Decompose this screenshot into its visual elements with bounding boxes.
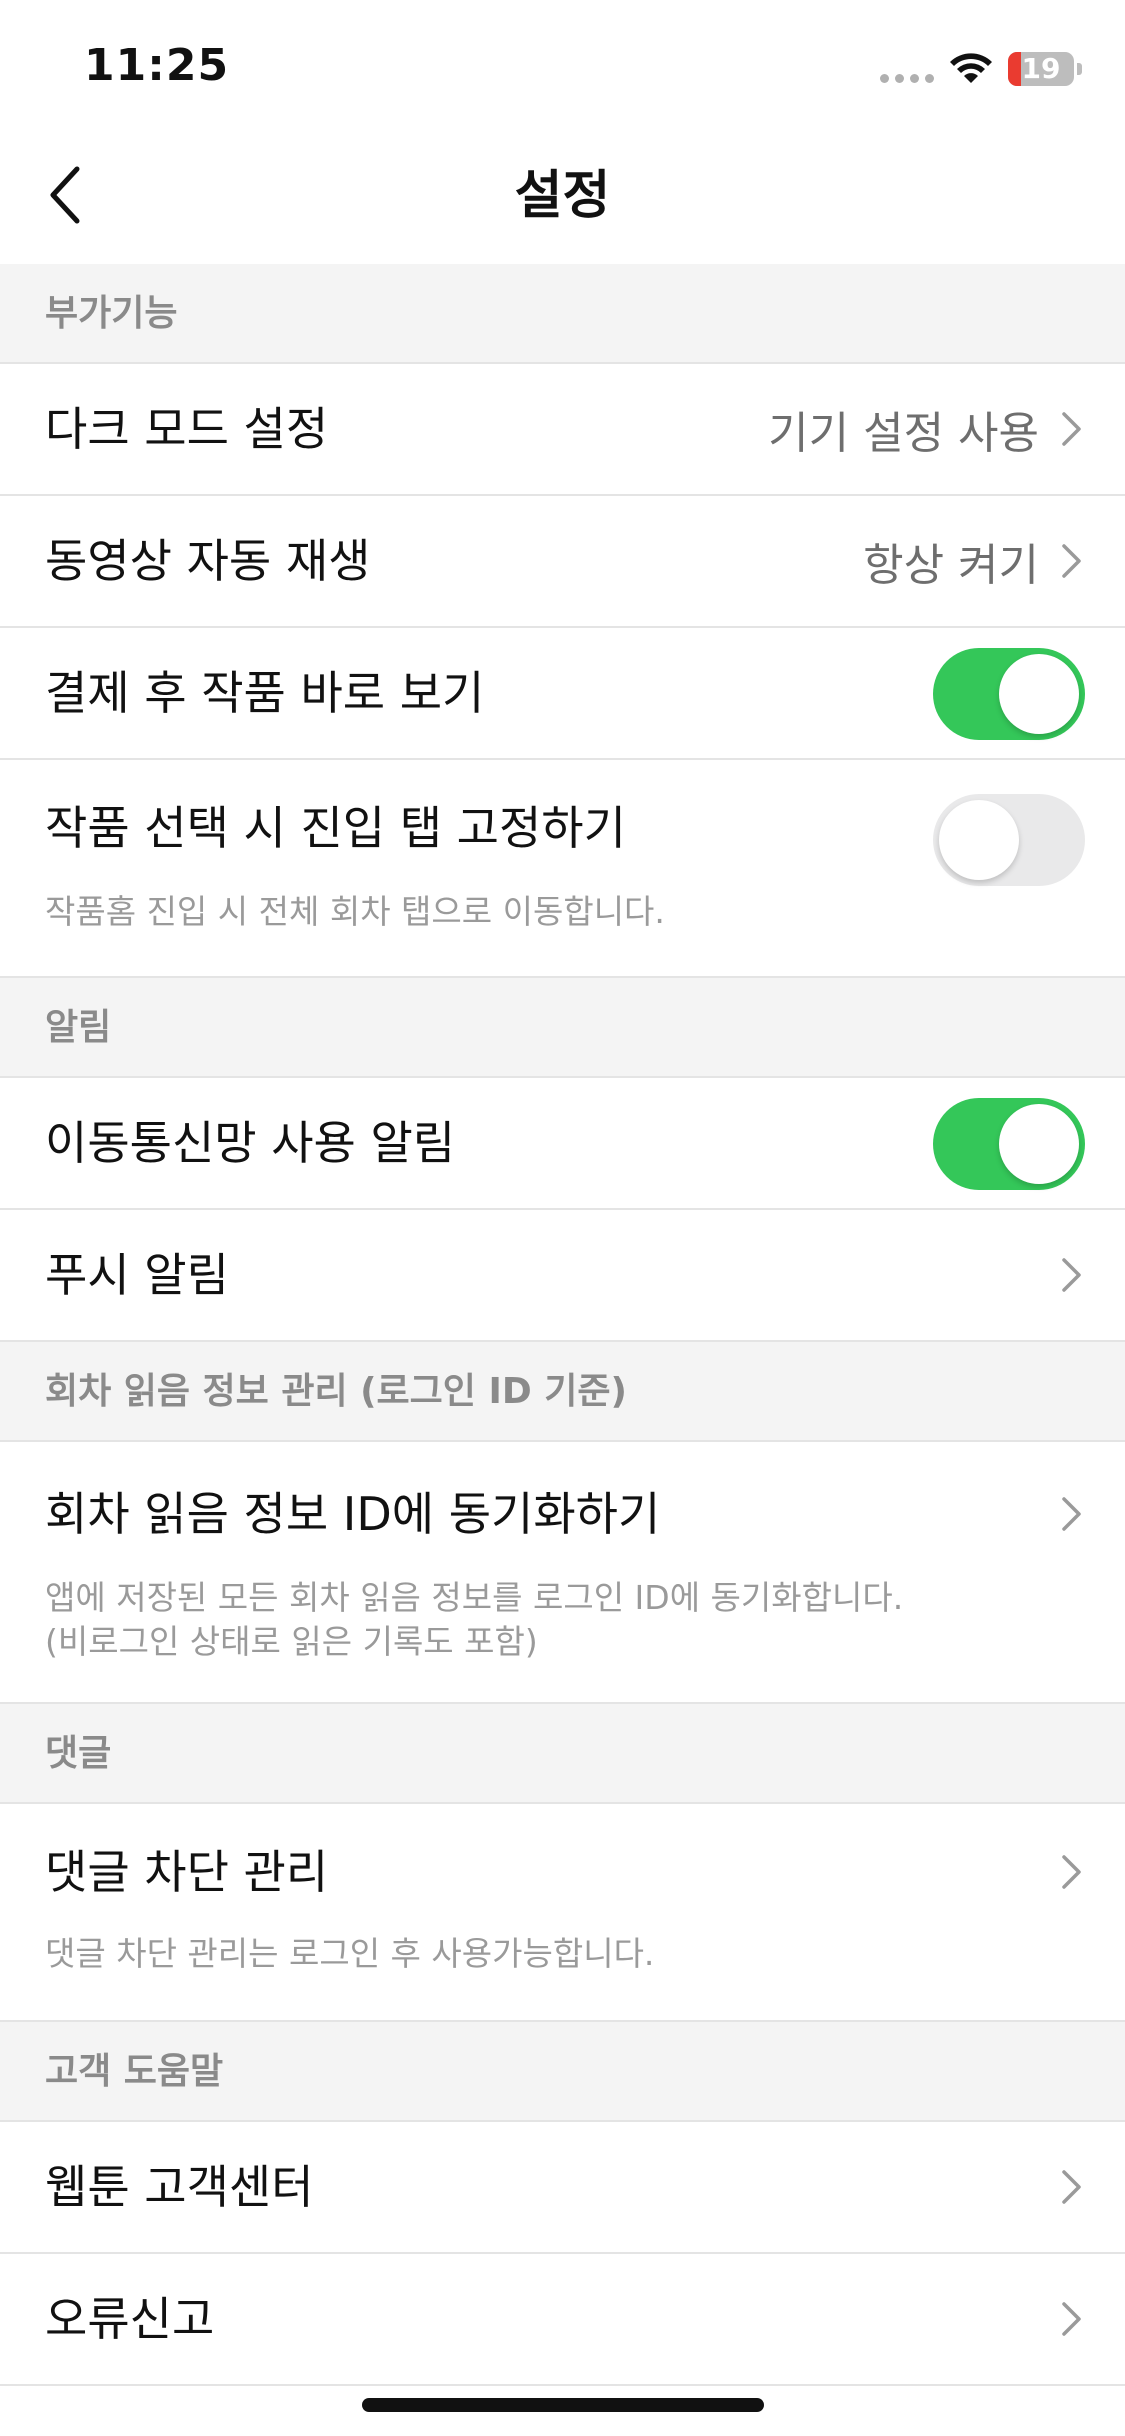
chevron-right-icon bbox=[1062, 544, 1081, 578]
toggle-knob bbox=[999, 1104, 1079, 1184]
status-bar: 11:25 19 bbox=[0, 0, 1125, 130]
dark-mode-value: 기기 설정 사용 bbox=[768, 408, 1039, 459]
error-report-row[interactable]: 오류신고 bbox=[0, 2254, 1125, 2386]
video-autoplay-right: 항상 켜기 bbox=[863, 496, 1085, 626]
video-autoplay-title: 동영상 자동 재생 bbox=[45, 534, 371, 588]
view-after-payment-title: 결제 후 작품 바로 보기 bbox=[45, 666, 485, 720]
chevron-right-icon bbox=[1062, 412, 1081, 446]
battery-nub bbox=[1077, 63, 1082, 75]
support-center-right bbox=[1059, 2122, 1085, 2252]
section-header-reading-info: 회차 읽음 정보 관리 (로그인 ID 기준) bbox=[0, 1342, 1125, 1442]
support-center-title: 웹툰 고객센터 bbox=[45, 2160, 314, 2214]
chevron-right-icon bbox=[1062, 1497, 1081, 1531]
error-report-title: 오류신고 bbox=[45, 2292, 215, 2346]
battery-level: 19 bbox=[1021, 52, 1061, 85]
reading-sync-right bbox=[1059, 1442, 1085, 1586]
fix-tab-title: 작품 선택 시 진입 탭 고정하기 bbox=[45, 801, 626, 855]
settings-list: 부가기능 다크 모드 설정 기기 설정 사용 동영상 자동 재생 항상 켜기 결… bbox=[0, 264, 1125, 2386]
fix-tab-subtitle: 작품홈 진입 시 전체 회차 탭으로 이동합니다. bbox=[45, 892, 665, 931]
reading-sync-row[interactable]: 회차 읽음 정보 ID에 동기화하기 앱에 저장된 모든 회차 읽음 정보를 로… bbox=[0, 1442, 1125, 1704]
toggle-knob bbox=[939, 800, 1019, 880]
page-title: 설정 bbox=[514, 166, 611, 226]
comment-block-subtitle: 댓글 차단 관리는 로그인 후 사용가능합니다. bbox=[45, 1934, 655, 1973]
nav-bar: 설정 bbox=[0, 130, 1125, 266]
push-alert-row[interactable]: 푸시 알림 bbox=[0, 1210, 1125, 1342]
chevron-right-icon bbox=[1062, 1258, 1081, 1292]
view-after-payment-row: 결제 후 작품 바로 보기 bbox=[0, 628, 1125, 760]
comment-block-right bbox=[1059, 1804, 1085, 1940]
reading-sync-title: 회차 읽음 정보 ID에 동기화하기 bbox=[45, 1487, 661, 1541]
support-center-row[interactable]: 웹툰 고객센터 bbox=[0, 2122, 1125, 2254]
push-alert-title: 푸시 알림 bbox=[45, 1248, 229, 1302]
dark-mode-row[interactable]: 다크 모드 설정 기기 설정 사용 bbox=[0, 364, 1125, 496]
video-autoplay-row[interactable]: 동영상 자동 재생 항상 켜기 bbox=[0, 496, 1125, 628]
home-indicator[interactable] bbox=[362, 2398, 764, 2412]
push-alert-right bbox=[1059, 1210, 1085, 1340]
chevron-right-icon bbox=[1062, 2302, 1081, 2336]
status-time: 11:25 bbox=[84, 40, 230, 91]
section-header-comments: 댓글 bbox=[0, 1704, 1125, 1804]
view-after-payment-toggle[interactable] bbox=[933, 648, 1085, 740]
fix-tab-row: 작품 선택 시 진입 탭 고정하기 작품홈 진입 시 전체 회차 탭으로 이동합… bbox=[0, 760, 1125, 978]
chevron-right-icon bbox=[1062, 1855, 1081, 1889]
error-report-right bbox=[1059, 2254, 1085, 2384]
fix-tab-toggle[interactable] bbox=[933, 794, 1085, 886]
comment-block-title: 댓글 차단 관리 bbox=[45, 1845, 329, 1899]
section-header-notifications: 알림 bbox=[0, 978, 1125, 1078]
section-header-extra: 부가기능 bbox=[0, 264, 1125, 364]
cellular-signal-icon bbox=[880, 74, 934, 83]
comment-block-row[interactable]: 댓글 차단 관리 댓글 차단 관리는 로그인 후 사용가능합니다. bbox=[0, 1804, 1125, 2022]
dark-mode-right: 기기 설정 사용 bbox=[768, 364, 1085, 494]
video-autoplay-value: 항상 켜기 bbox=[863, 540, 1039, 591]
mobile-data-alert-title: 이동통신망 사용 알림 bbox=[45, 1116, 456, 1170]
chevron-right-icon bbox=[1062, 2170, 1081, 2204]
battery-icon: 19 bbox=[1008, 52, 1074, 86]
dark-mode-title: 다크 모드 설정 bbox=[45, 402, 329, 456]
section-header-support: 고객 도움말 bbox=[0, 2022, 1125, 2122]
wifi-icon bbox=[950, 53, 992, 83]
reading-sync-subtitle: 앱에 저장된 모든 회차 읽음 정보를 로그인 ID에 동기화합니다. (비로그… bbox=[45, 1578, 904, 1661]
toggle-knob bbox=[999, 654, 1079, 734]
mobile-data-alert-toggle[interactable] bbox=[933, 1098, 1085, 1190]
mobile-data-alert-row: 이동통신망 사용 알림 bbox=[0, 1078, 1125, 1210]
